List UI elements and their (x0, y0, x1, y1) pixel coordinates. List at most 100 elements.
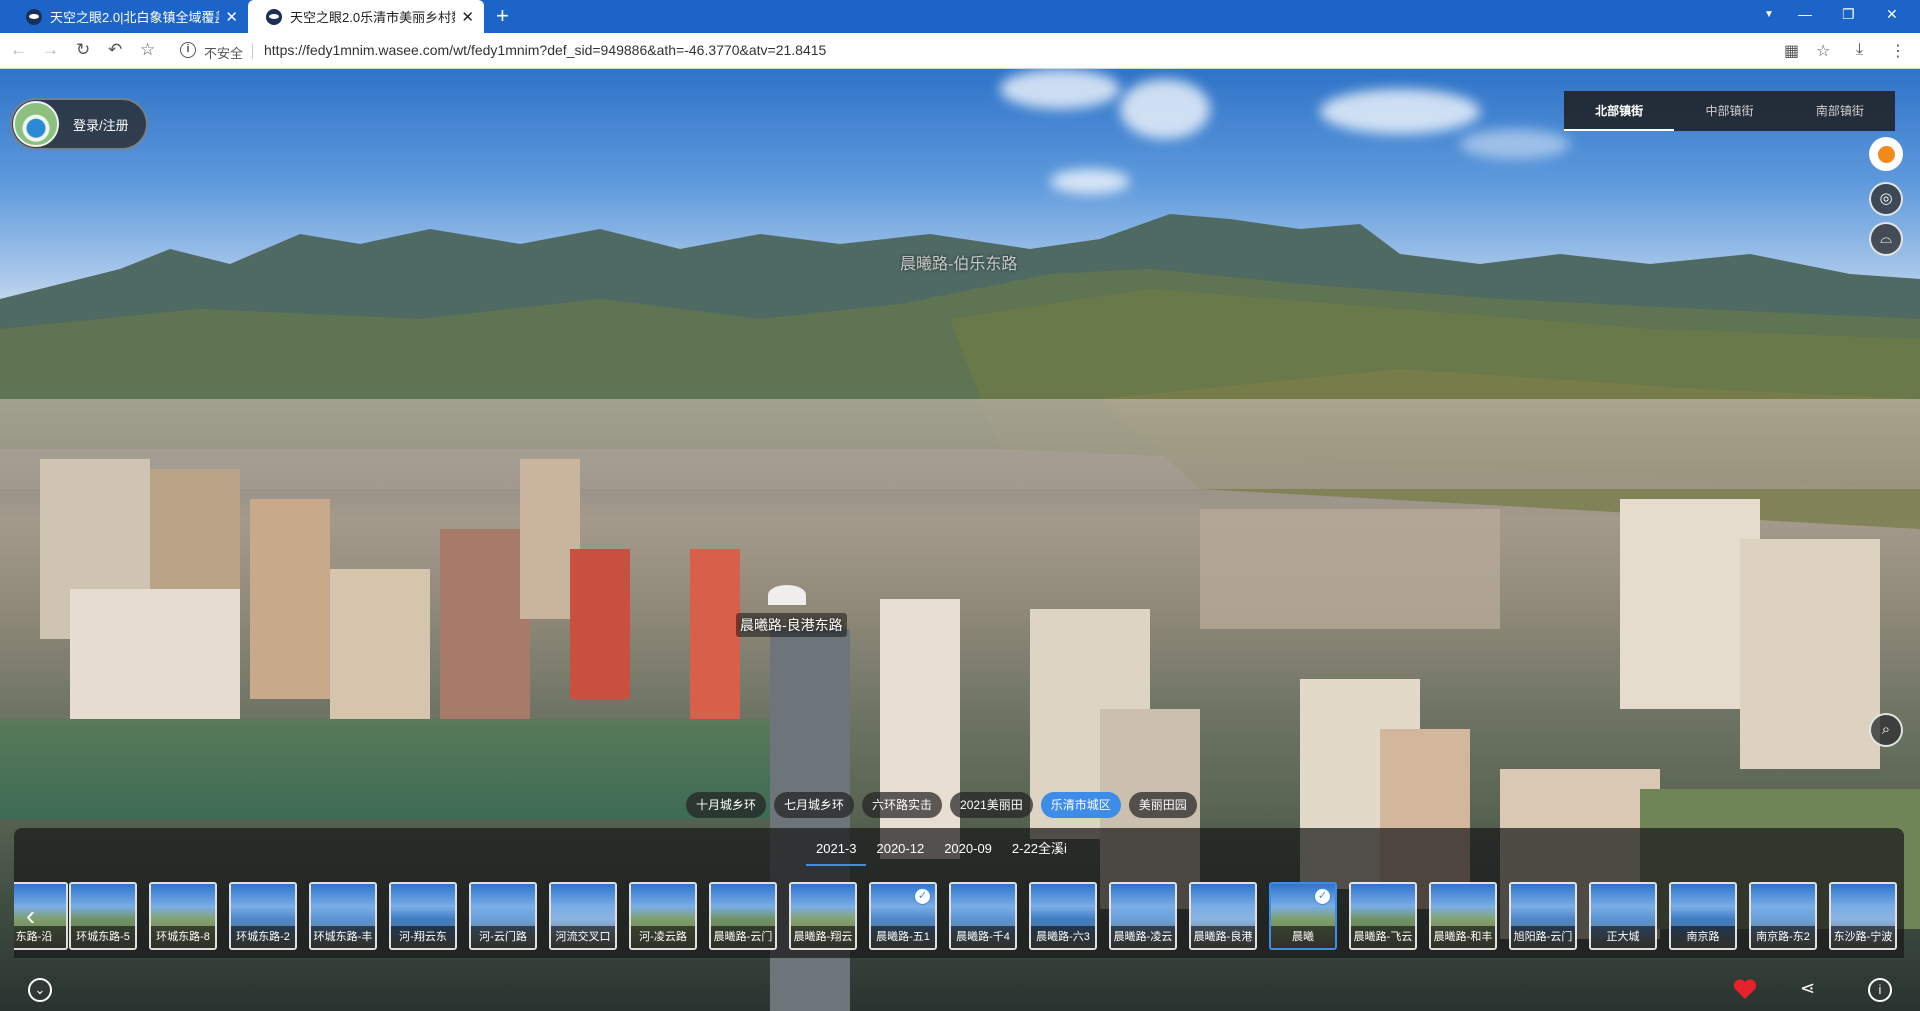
scene-thumbnail[interactable]: 旭阳路-云门 (1509, 882, 1577, 950)
tab-close-icon[interactable]: ✕ (461, 8, 474, 26)
browser-tab-2[interactable]: 天空之眼2.0乐清市美丽乡村数字 ✕ (248, 0, 484, 33)
group-chip[interactable]: 十月城乡环 (686, 792, 767, 818)
scene-thumbnail[interactable]: 晨曦路-良港 (1189, 882, 1257, 950)
back-arrow-icon[interactable]: ← (10, 40, 27, 60)
scene-thumbnail[interactable]: 晨曦路-云门 (709, 882, 777, 950)
thumbnail-caption: 环城东路-5 (71, 926, 135, 948)
insecure-label: 不安全 (204, 46, 244, 61)
tab-region-north[interactable]: 北部镇街 (1564, 91, 1675, 131)
qr-code-icon[interactable]: ▦ (1784, 41, 1799, 61)
thumbnail-caption: 晨曦路-六3 (1031, 926, 1095, 948)
vr-glasses-icon[interactable]: ⌓ (1869, 222, 1903, 256)
scene-thumbnail[interactable]: 河-凌云路 (629, 882, 697, 950)
forward-arrow-icon[interactable]: → (42, 40, 59, 60)
reload-icon[interactable]: ↻ (76, 40, 90, 60)
thumbnail-caption: 正大城 (1591, 926, 1655, 948)
heart-like-icon[interactable] (1733, 978, 1757, 1000)
tab-region-south[interactable]: 南部镇街 (1785, 91, 1895, 131)
scene-thumbnail[interactable]: 晨曦路-凌云 (1109, 882, 1177, 950)
building (250, 499, 330, 699)
scene-thumbnail[interactable]: 晨曦路-飞云 (1349, 882, 1417, 950)
camera-view-icon[interactable]: ◎ (1869, 182, 1903, 216)
scene-thumbnail[interactable]: 环城东路-8 (149, 882, 217, 950)
checkmark-icon: ✓ (914, 888, 931, 905)
scroll-left-arrow-icon[interactable]: ‹ (26, 900, 35, 932)
city-haze (0, 399, 1920, 489)
thumbnail-caption: 河-云门路 (471, 926, 535, 948)
login-button[interactable]: 登录/注册 (10, 98, 148, 150)
tab-favicon-icon (266, 8, 282, 25)
scene-thumbnail[interactable]: 晨曦 ✓ (1269, 882, 1337, 950)
download-icon[interactable]: ⤓ (1856, 41, 1863, 59)
thumbnail-caption: 晨曦路-和丰 (1431, 926, 1495, 948)
tab-title: 天空之眼2.0|北白象镇全域覆盖 (50, 10, 220, 25)
building (1620, 499, 1760, 709)
building (330, 569, 430, 739)
scene-thumbnail[interactable]: 河-翔云东 (389, 882, 457, 950)
url-input[interactable]: https://fedy1mnim.wasee.com/wt/fedy1mnim… (264, 42, 826, 58)
thumbnail-caption: 晨曦路-飞云 (1351, 926, 1415, 948)
close-window-icon[interactable]: ✕ (1886, 6, 1898, 23)
scene-thumbnail[interactable]: 环城东路-2 (229, 882, 297, 950)
scene-thumbnail[interactable]: 河-云门路 (469, 882, 537, 950)
tab-title: 天空之眼2.0乐清市美丽乡村数字 (290, 10, 455, 25)
thumbnail-caption: 河-凌云路 (631, 926, 695, 948)
scene-thumbnail[interactable]: 正大城 (1589, 882, 1657, 950)
login-label: 登录/注册 (73, 117, 129, 133)
search-zoom-icon[interactable]: ⌕ (1869, 713, 1903, 747)
scene-thumbnail[interactable]: 南京路-东2 (1749, 882, 1817, 950)
thumbnail-caption: 晨曦 (1271, 926, 1335, 948)
scene-thumbnail[interactable]: 河流交叉口 (549, 882, 617, 950)
bookmark-star-icon[interactable]: ☆ (140, 40, 155, 60)
sun-icon[interactable] (1869, 137, 1903, 171)
scene-thumbnail[interactable]: 东沙路-宁波 (1829, 882, 1897, 950)
thumbnail-caption: 晨曦路-千4 (951, 926, 1015, 948)
scene-thumbnail[interactable]: 环城东路-丰 (309, 882, 377, 950)
scene-thumbnail[interactable]: 环城东路-5 (69, 882, 137, 950)
collapse-chevron-icon[interactable]: ⌄ (28, 978, 52, 1002)
date-tab-active[interactable]: 2021-3 (806, 832, 867, 866)
scene-thumbnail[interactable]: 晨曦路-五1 ✓ (869, 882, 937, 950)
tab-close-icon[interactable]: ✕ (225, 8, 238, 26)
thumbnail-caption: 环城东路-2 (231, 926, 295, 948)
scene-thumbnail[interactable]: 东路-沿 (14, 882, 68, 950)
info-icon[interactable]: i (1868, 978, 1892, 1002)
building (690, 549, 740, 719)
group-chip[interactable]: 七月城乡环 (774, 792, 855, 818)
group-chip[interactable]: 2021美丽田 (950, 792, 1033, 818)
new-tab-plus-icon[interactable]: + (496, 4, 509, 28)
scene-thumbnail[interactable]: 晨曦路-和丰 (1429, 882, 1497, 950)
restore-icon[interactable]: ❐ (1842, 6, 1855, 23)
riverside-park (0, 719, 780, 819)
share-icon[interactable]: ⋖ (1800, 978, 1815, 999)
hotspot-far-label[interactable]: 晨曦路-伯乐东路 (900, 250, 1017, 274)
site-info-icon[interactable]: i (180, 42, 196, 58)
minimize-icon[interactable]: — (1798, 6, 1812, 22)
region-tabs: 北部镇街 中部镇街 南部镇街 (1564, 91, 1895, 131)
thumbnail-caption: 河流交叉口 (551, 926, 615, 948)
date-tab[interactable]: 2020-09 (934, 832, 1002, 866)
hotspot-near-label[interactable]: 晨曦路-良港东路 (736, 613, 847, 637)
group-chip[interactable]: 美丽田园 (1128, 792, 1197, 818)
group-chip-active[interactable]: 乐清市城区 (1040, 792, 1121, 818)
menu-kebab-icon[interactable]: ⋮ (1890, 41, 1906, 61)
tab-region-central[interactable]: 中部镇街 (1674, 91, 1784, 131)
favorite-star-icon[interactable]: ☆ (1816, 41, 1830, 61)
tab-list-chevron-icon[interactable]: ▼ (1764, 9, 1774, 20)
scene-thumbnail[interactable]: 南京路 (1669, 882, 1737, 950)
scene-thumbnail[interactable]: 晨曦路-六3 (1029, 882, 1097, 950)
scene-thumbnail[interactable]: 晨曦路-千4 (949, 882, 1017, 950)
scene-thumbnail[interactable]: 晨曦路-翔云 (789, 882, 857, 950)
date-tab[interactable]: 2-22全溪i (1002, 832, 1077, 866)
thumbnail-caption: 晨曦路-五1 (871, 926, 935, 948)
group-chip[interactable]: 六环路实击 (862, 792, 943, 818)
group-chips: 十月城乡环 七月城乡环 六环路实击 2021美丽田 乐清市城区 美丽田园 (686, 792, 1197, 818)
undo-icon[interactable]: ↶ (108, 40, 122, 60)
url-separator (252, 43, 253, 59)
hotspot-marker-icon[interactable] (768, 585, 806, 605)
browser-tab-1[interactable]: 天空之眼2.0|北白象镇全域覆盖 ✕ (8, 0, 248, 33)
building (880, 599, 960, 859)
thumbnail-caption: 环城东路-丰 (311, 926, 375, 948)
building (440, 529, 530, 739)
date-tab[interactable]: 2020-12 (866, 832, 934, 866)
